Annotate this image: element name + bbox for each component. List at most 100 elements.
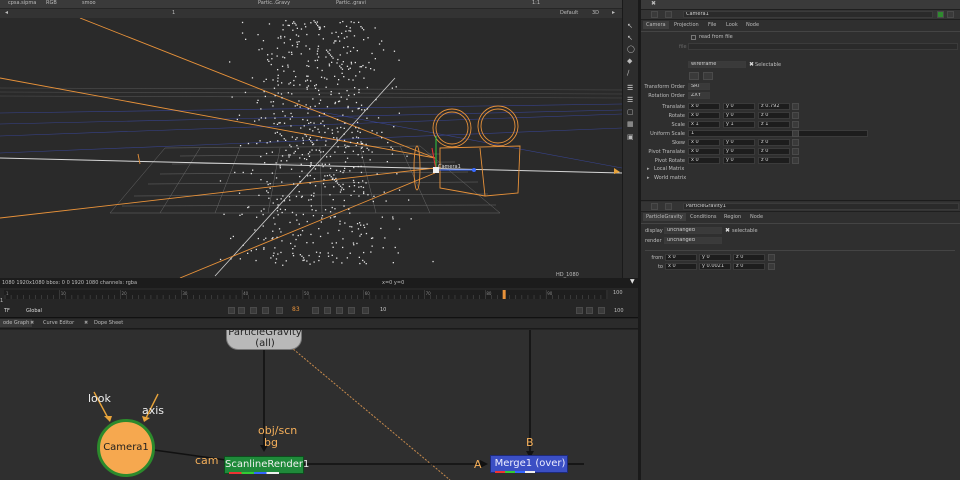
grid-icon[interactable]: ▦ bbox=[627, 120, 634, 128]
animation-icon[interactable] bbox=[792, 157, 799, 164]
float-icon[interactable] bbox=[937, 11, 944, 18]
loop-icon[interactable] bbox=[576, 307, 583, 314]
from-x-field[interactable]: x 0 bbox=[665, 254, 697, 261]
close-icon[interactable] bbox=[947, 11, 954, 18]
axis-icon-button[interactable] bbox=[703, 72, 713, 80]
camera-name-field[interactable]: Camera1 bbox=[683, 11, 933, 18]
collapse-icon[interactable] bbox=[651, 203, 658, 210]
merge-node[interactable]: Merge1 (over) bbox=[490, 455, 568, 473]
close-icon[interactable]: ✖ bbox=[651, 0, 656, 7]
animation-icon[interactable] bbox=[792, 130, 799, 137]
transform-row-y-field[interactable]: y 0 bbox=[723, 103, 755, 110]
transform-row-z-field[interactable]: z 1 bbox=[758, 121, 790, 128]
collapse-arrow-icon[interactable]: ▼ bbox=[630, 278, 635, 285]
viewer-channel-dropdown[interactable]: smoo bbox=[82, 0, 96, 6]
lasso-icon[interactable]: ◯ bbox=[627, 45, 635, 53]
viewer-lut-dropdown[interactable]: Default bbox=[560, 10, 578, 16]
viewer-mode-dropdown[interactable]: 3D bbox=[592, 10, 599, 16]
forward-10-icon[interactable] bbox=[362, 307, 369, 314]
viewer[interactable]: cpsa.sipma RGB smoo Partic..Gravy Partic… bbox=[0, 0, 638, 288]
close-icon[interactable]: ✖ bbox=[30, 320, 34, 326]
animation-icon[interactable] bbox=[768, 254, 775, 261]
transform-row-y-field[interactable]: y 0 bbox=[723, 139, 755, 146]
selectable-checkbox[interactable]: ✖ bbox=[725, 227, 730, 234]
timeline-ruler[interactable]: 1 10 20 30 40 50 60 70 80 90 bbox=[4, 290, 608, 299]
timeline-range-mode[interactable]: Global bbox=[26, 308, 42, 314]
close-icon[interactable]: ✖ bbox=[84, 320, 88, 326]
transform-order-dropdown[interactable]: SRT bbox=[688, 83, 710, 90]
timeline-end-frame[interactable]: 100 bbox=[614, 308, 624, 314]
display-dropdown[interactable]: wireframe bbox=[688, 61, 746, 68]
animation-icon[interactable] bbox=[768, 263, 775, 270]
flipbook-icon[interactable] bbox=[598, 307, 605, 314]
world-matrix-label[interactable]: World matrix bbox=[654, 175, 686, 181]
list-icon[interactable]: ☰ bbox=[627, 96, 633, 104]
viewer-3d-scene[interactable]: Camera1 bbox=[0, 18, 622, 278]
tab-curve-editor[interactable]: Curve Editor bbox=[40, 319, 77, 327]
selectable-checkbox[interactable]: ✖ bbox=[749, 61, 754, 68]
camera-icon-button[interactable] bbox=[689, 72, 699, 80]
scanline-render-node[interactable]: ScanlineRender1 bbox=[224, 456, 309, 474]
from-z-field[interactable]: z 0 bbox=[733, 254, 765, 261]
transform-icon[interactable]: ▢ bbox=[627, 108, 634, 116]
transform-row-y-field[interactable]: y 0 bbox=[723, 157, 755, 164]
animation-icon[interactable] bbox=[792, 121, 799, 128]
from-y-field[interactable]: y 0 bbox=[699, 254, 731, 261]
transform-row-z-field[interactable]: z 0.792 bbox=[758, 103, 790, 110]
transform-row-z-field[interactable]: z 0 bbox=[758, 112, 790, 119]
vertex-icon[interactable]: ◆ bbox=[627, 57, 632, 65]
local-matrix-label[interactable]: Local Matrix bbox=[654, 166, 684, 172]
current-frame[interactable]: 83 bbox=[292, 306, 300, 313]
collapse-icon[interactable] bbox=[651, 11, 658, 18]
transform-row-z-field[interactable]: z 0 bbox=[758, 139, 790, 146]
particle-gravity-node[interactable]: ParticleGravity (all) bbox=[226, 330, 302, 350]
prev-key-icon[interactable] bbox=[238, 307, 245, 314]
animation-icon[interactable] bbox=[792, 103, 799, 110]
viewer-frame-field[interactable]: 1 bbox=[172, 10, 175, 16]
tab-node[interactable]: Node bbox=[747, 213, 766, 221]
transform-row-x-field[interactable]: 1 bbox=[688, 130, 868, 137]
step-back-icon[interactable] bbox=[262, 307, 269, 314]
tab-file[interactable]: File bbox=[705, 21, 719, 29]
transform-row-z-field[interactable]: z 0 bbox=[758, 157, 790, 164]
bounce-icon[interactable] bbox=[586, 307, 593, 314]
transform-row-x-field[interactable]: x 1 bbox=[688, 121, 720, 128]
tab-particle-gravity[interactable]: ParticleGravity bbox=[643, 213, 686, 221]
animation-icon[interactable] bbox=[792, 148, 799, 155]
transform-row-y-field[interactable]: y 0 bbox=[723, 112, 755, 119]
transform-row-x-field[interactable]: x 0 bbox=[688, 157, 720, 164]
viewer-left-arrow-icon[interactable]: ◂ bbox=[5, 9, 8, 16]
color-icon[interactable] bbox=[665, 11, 672, 18]
transform-row-x-field[interactable]: x 0 bbox=[688, 139, 720, 146]
first-frame-icon[interactable] bbox=[228, 307, 235, 314]
tab-node-graph[interactable]: ode Graph bbox=[0, 319, 33, 327]
to-x-field[interactable]: x 0 bbox=[665, 263, 697, 270]
tab-projection[interactable]: Projection bbox=[671, 21, 702, 29]
color-icon[interactable] bbox=[665, 203, 672, 210]
play-back-icon[interactable] bbox=[250, 307, 257, 314]
back-10-icon[interactable] bbox=[276, 307, 283, 314]
tab-camera[interactable]: Camera bbox=[643, 21, 669, 29]
transform-row-y-field[interactable]: y 1 bbox=[723, 121, 755, 128]
play-forward-icon[interactable] bbox=[324, 307, 331, 314]
display-dropdown[interactable]: unchanged bbox=[664, 227, 722, 234]
tab-dope-sheet[interactable]: Dope Sheet bbox=[91, 319, 126, 327]
expand-arrow-icon[interactable]: ▸ bbox=[647, 166, 650, 172]
transform-row-x-field[interactable]: x 0 bbox=[688, 112, 720, 119]
viewer-input-a[interactable]: Partic..Gravy bbox=[258, 0, 290, 6]
timeline-fps-mode[interactable]: TF bbox=[4, 308, 10, 314]
edge-icon[interactable]: ∕ bbox=[627, 69, 629, 77]
tab-region[interactable]: Region bbox=[721, 213, 744, 221]
tab-look[interactable]: Look bbox=[723, 21, 741, 29]
read-from-file-checkbox[interactable] bbox=[691, 35, 696, 40]
viewer-file-label[interactable]: cpsa.sipma bbox=[8, 0, 36, 6]
snapshot-icon[interactable]: ▣ bbox=[627, 133, 634, 141]
viewer-zoom[interactable]: 1:1 bbox=[532, 0, 540, 6]
transform-row-z-field[interactable]: z 0 bbox=[758, 148, 790, 155]
rotation-order-dropdown[interactable]: ZXY bbox=[688, 92, 710, 99]
animation-icon[interactable] bbox=[792, 112, 799, 119]
animation-icon[interactable] bbox=[792, 139, 799, 146]
frame-increment[interactable]: 10 bbox=[380, 307, 386, 313]
select-arrow-icon[interactable]: ↖ bbox=[627, 22, 633, 30]
menu-icon[interactable]: ☰ bbox=[627, 84, 633, 92]
